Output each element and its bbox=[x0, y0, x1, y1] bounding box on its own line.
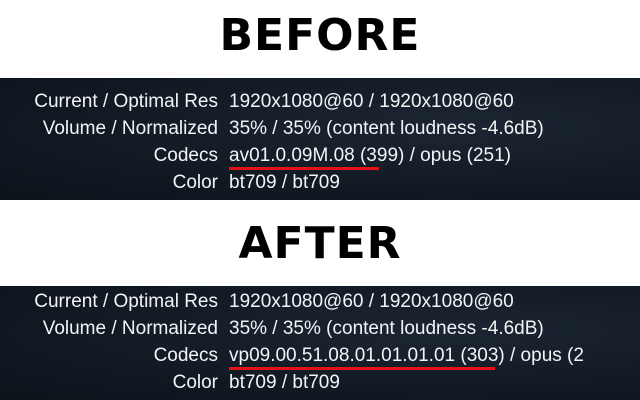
stat-label: Current / Optimal Res bbox=[34, 291, 218, 312]
stat-value: 1920x1080@60 / 1920x1080@60 bbox=[229, 291, 514, 312]
stat-row-volume: Volume / Normalized 35% / 35% (content l… bbox=[0, 315, 640, 342]
after-heading: AFTER bbox=[238, 218, 402, 269]
before-stats-panel: Current / Optimal Res 1920x1080@60 / 192… bbox=[0, 78, 640, 200]
cropped-row-fragment bbox=[0, 78, 640, 84]
stat-value: bt709 / bt709 bbox=[229, 172, 340, 193]
comparison-screenshot: BEFORE Current / Optimal Res 1920x1080@6… bbox=[0, 0, 640, 400]
stat-row-resolution: Current / Optimal Res 1920x1080@60 / 192… bbox=[0, 88, 640, 115]
stat-value: 1920x1080@60 / 1920x1080@60 bbox=[229, 91, 514, 112]
stat-label: Codecs bbox=[153, 145, 218, 166]
stat-label: Color bbox=[172, 372, 218, 393]
stat-value: av01.0.09M.08 (399) / opus (251) bbox=[229, 145, 512, 166]
stat-label: Current / Optimal Res bbox=[34, 91, 218, 112]
stat-row-color: Color bt709 / bt709 bbox=[0, 369, 640, 396]
stat-row-color: Color bt709 / bt709 bbox=[0, 169, 640, 196]
stat-row-codecs: Codecs vp09.00.51.08.01.01.01.01 (303) /… bbox=[0, 342, 640, 369]
stat-value: 35% / 35% (content loudness -4.6dB) bbox=[229, 318, 544, 339]
stat-row-volume: Volume / Normalized 35% / 35% (content l… bbox=[0, 115, 640, 142]
stat-value: 35% / 35% (content loudness -4.6dB) bbox=[229, 118, 544, 139]
stat-label: Codecs bbox=[153, 345, 218, 366]
after-stats-panel: Current / Optimal Res 1920x1080@60 / 192… bbox=[0, 286, 640, 400]
stat-label: Volume / Normalized bbox=[42, 118, 218, 139]
stat-row-codecs: Codecs av01.0.09M.08 (399) / opus (251) bbox=[0, 142, 640, 169]
before-heading: BEFORE bbox=[219, 10, 421, 61]
stat-label: Volume / Normalized bbox=[42, 318, 218, 339]
stat-label: Color bbox=[172, 172, 218, 193]
stat-row-resolution: Current / Optimal Res 1920x1080@60 / 192… bbox=[0, 288, 640, 315]
stat-value: bt709 / bt709 bbox=[229, 372, 340, 393]
stat-value: vp09.00.51.08.01.01.01.01 (303) / opus (… bbox=[229, 345, 584, 366]
